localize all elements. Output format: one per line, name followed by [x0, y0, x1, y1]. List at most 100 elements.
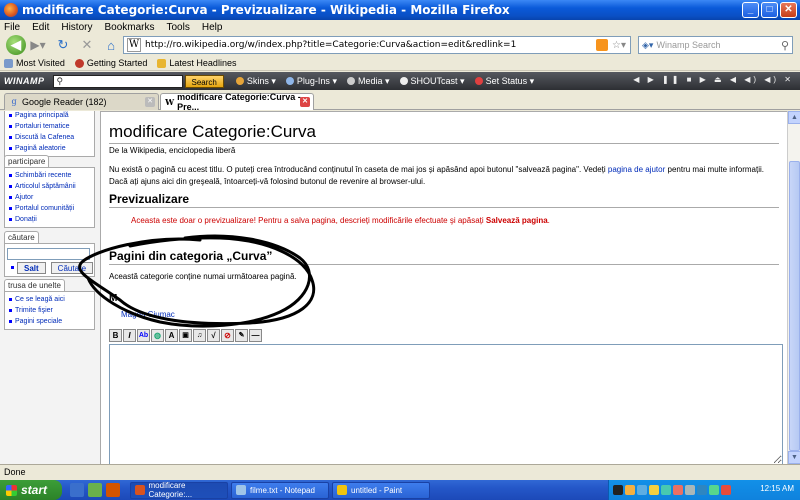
menu-tools[interactable]: Tools: [167, 22, 190, 33]
winamp-search-button[interactable]: Search: [184, 74, 224, 88]
wiki-sidebar: Pagina principală Portaluri tematice Dis…: [0, 111, 100, 464]
sidebar-link[interactable]: Donații: [9, 214, 91, 225]
portlet-trusa: trusa de unelte Ce se leagă aici Trimite…: [4, 279, 95, 330]
firefox-quicklaunch-icon[interactable]: [106, 483, 120, 497]
sidebar-link[interactable]: Schimbări recente: [9, 170, 91, 181]
back-button[interactable]: ◀: [6, 35, 26, 55]
menu-bar: File Edit History Bookmarks Tools Help: [0, 20, 800, 34]
link-icon[interactable]: Ab: [137, 328, 150, 342]
rss-icon[interactable]: [596, 39, 609, 51]
bookmark-star-icon[interactable]: ☆▾: [612, 40, 626, 51]
sidebar-link[interactable]: Ajutor: [9, 192, 91, 203]
winamp-skins[interactable]: Skins ▾: [235, 76, 276, 87]
bookmark-latest-headlines[interactable]: Latest Headlines: [157, 58, 236, 68]
scroll-up-icon[interactable]: ▲: [788, 111, 800, 124]
tray-icon[interactable]: [685, 485, 695, 495]
bookmark-most-visited[interactable]: Most Visited: [4, 58, 65, 68]
tray-icon[interactable]: [661, 485, 671, 495]
tray-icon[interactable]: [673, 485, 683, 495]
sidebar-link[interactable]: Pagina principală: [9, 111, 91, 121]
close-button[interactable]: ✕: [780, 2, 797, 18]
search-box[interactable]: ◈▾ Winamp Search ⚲: [638, 36, 793, 54]
desktop-icon[interactable]: [88, 483, 102, 497]
cautare-button[interactable]: Căutare: [50, 262, 94, 274]
bookmark-getting-started[interactable]: Getting Started: [74, 58, 147, 68]
minimize-button[interactable]: _: [742, 2, 759, 18]
tray-icon[interactable]: [697, 485, 707, 495]
search-engine-icon[interactable]: ◈▾: [642, 40, 653, 51]
sidebar-link[interactable]: Portaluri tematice: [9, 121, 91, 132]
menu-file[interactable]: File: [4, 22, 20, 33]
scroll-down-icon[interactable]: ▼: [788, 451, 800, 464]
tray-icon[interactable]: [721, 485, 731, 495]
tab-wikipedia[interactable]: W modificare Categorie:Curva - Pre... ✕: [160, 92, 314, 112]
winamp-plugins[interactable]: Plug-Ins ▾: [285, 76, 337, 87]
status-bar: Done: [0, 464, 800, 480]
page-scrollbar[interactable]: ▲ ▼: [787, 111, 800, 464]
menu-help[interactable]: Help: [202, 22, 223, 33]
task-firefox[interactable]: modificare Categorie:...: [130, 481, 228, 499]
tray-icon[interactable]: [613, 485, 623, 495]
start-button[interactable]: start: [0, 480, 62, 500]
tab-bar: g Google Reader (182) ✕ W modificare Cat…: [0, 91, 800, 112]
winamp-set-status[interactable]: Set Status ▾: [474, 76, 534, 87]
edit-textarea[interactable]: [109, 344, 783, 464]
category-member-link[interactable]: Magda Ciumac: [121, 310, 175, 319]
italic-icon[interactable]: I: [123, 328, 136, 342]
sidebar-link[interactable]: Discută la Cafenea: [9, 132, 91, 143]
bookmark-label: Most Visited: [16, 58, 65, 68]
reload-icon[interactable]: ↻: [54, 37, 72, 53]
quick-launch: [70, 483, 120, 497]
sidebar-link[interactable]: Ce se leagă aici: [9, 294, 91, 305]
globe-icon[interactable]: ◍: [151, 328, 164, 342]
salt-button[interactable]: Salt: [17, 262, 46, 274]
winamp-media[interactable]: Media ▾: [346, 76, 390, 87]
signature-icon[interactable]: ✎: [235, 328, 248, 342]
preview-heading: Previzualizare: [109, 192, 779, 208]
math-icon[interactable]: √: [207, 328, 220, 342]
navigation-toolbar: ◀ ▶▾ ↻ ✕ ⌂ W http://ro.wikipedia.org/w/i…: [0, 34, 800, 56]
scroll-thumb[interactable]: [789, 161, 800, 451]
image-icon[interactable]: ▣: [179, 328, 192, 342]
tray-icon[interactable]: [649, 485, 659, 495]
page-subtitle: De la Wikipedia, enciclopedia liberă: [109, 146, 236, 155]
winamp-shoutcast[interactable]: SHOUTcast ▾: [399, 76, 465, 87]
tab-close-icon[interactable]: ✕: [145, 97, 155, 107]
ie-icon[interactable]: [70, 483, 84, 497]
url-bar[interactable]: W http://ro.wikipedia.org/w/index.php?ti…: [123, 36, 631, 54]
maximize-button[interactable]: □: [761, 2, 778, 18]
task-notepad[interactable]: filme.txt - Notepad: [231, 481, 329, 499]
menu-edit[interactable]: Edit: [32, 22, 49, 33]
tray-icon[interactable]: [637, 485, 647, 495]
bold-icon[interactable]: B: [109, 328, 122, 342]
menu-bookmarks[interactable]: Bookmarks: [104, 22, 154, 33]
search-placeholder[interactable]: Winamp Search: [656, 40, 780, 50]
home-icon[interactable]: ⌂: [102, 38, 120, 53]
tab-close-icon[interactable]: ✕: [300, 97, 310, 107]
help-page-link[interactable]: pagina de ajutor: [608, 165, 665, 174]
sidebar-link[interactable]: Pagini speciale: [9, 316, 91, 327]
hr-icon[interactable]: —: [249, 328, 262, 342]
menu-history[interactable]: History: [61, 22, 92, 33]
nowiki-icon[interactable]: ⊘: [221, 328, 234, 342]
sidebar-link[interactable]: Trimite fişier: [9, 305, 91, 316]
winamp-search-input[interactable]: ⚲: [52, 74, 183, 88]
tray-icon[interactable]: [709, 485, 719, 495]
headline-icon[interactable]: A: [165, 328, 178, 342]
media-icon[interactable]: ♫: [193, 328, 206, 342]
wiki-search-input[interactable]: [7, 248, 90, 260]
task-paint[interactable]: untitled - Paint: [332, 481, 430, 499]
windows-taskbar: start modificare Categorie:... filme.txt…: [0, 480, 800, 500]
live-bookmark-icon: [157, 58, 167, 68]
url-text[interactable]: http://ro.wikipedia.org/w/index.php?titl…: [145, 40, 596, 50]
tray-icon[interactable]: [625, 485, 635, 495]
winamp-playback-controls[interactable]: ◀ ▶ ❚❚ ■ ▶ ⏏ ◀ ◀) ◀) ✕: [633, 75, 794, 84]
stop-icon[interactable]: ✕: [78, 37, 96, 53]
search-icon[interactable]: ⚲: [781, 39, 789, 52]
sidebar-link[interactable]: Articolul săptămânii: [9, 181, 91, 192]
sidebar-link[interactable]: Pagină aleatorie: [9, 143, 91, 154]
tab-google-reader[interactable]: g Google Reader (182) ✕: [4, 93, 159, 110]
forward-button[interactable]: ▶▾: [28, 36, 48, 54]
sidebar-link[interactable]: Portalul comunității: [9, 203, 91, 214]
warning-bold: Salvează pagina: [485, 216, 548, 225]
